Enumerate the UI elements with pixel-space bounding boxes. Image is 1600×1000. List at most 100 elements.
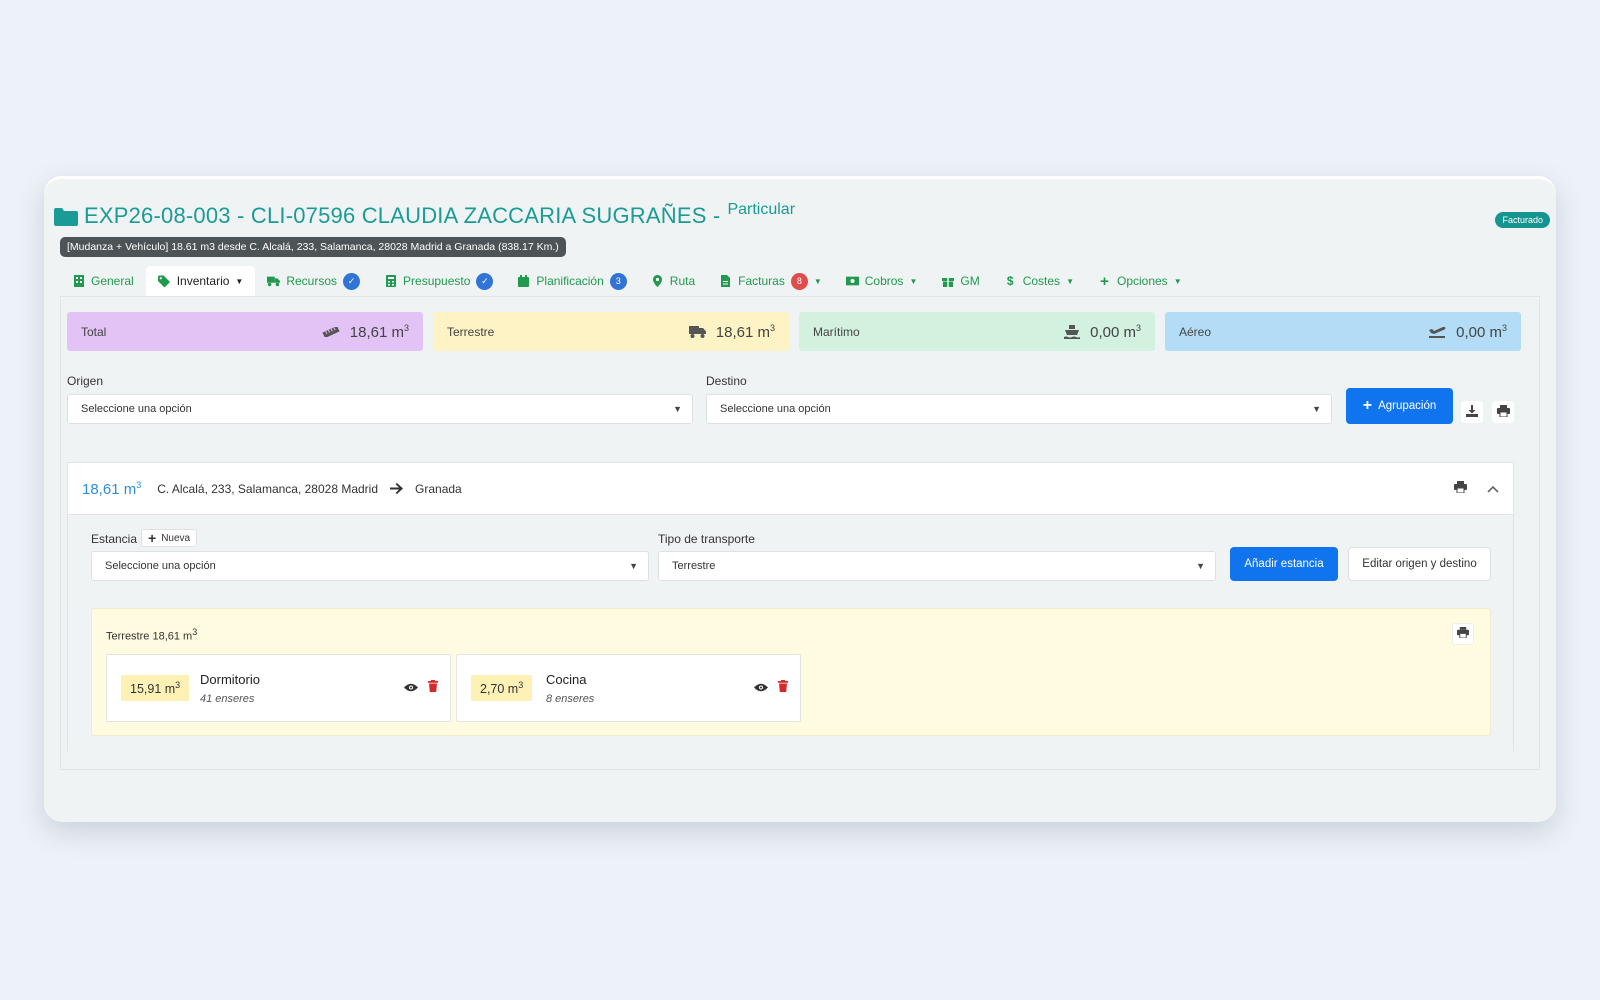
volume-card-total: Total 18,61 m3	[67, 312, 423, 351]
volume-card-terrestre: Terrestre 18,61 m3	[433, 312, 789, 351]
volume-value: 18,61 m3	[715, 322, 775, 341]
tab-general[interactable]: General	[60, 266, 146, 297]
expediente-summary: [Mudanza + Vehículo] 18.61 m3 desde C. A…	[60, 237, 566, 257]
origen-label: Origen	[67, 374, 104, 388]
estancia-label: Estancia	[91, 532, 138, 546]
arrow-right-icon	[390, 483, 404, 494]
tab-label: Inventario	[176, 274, 230, 288]
volume-value: 18,61 m3	[349, 322, 409, 341]
client-type: Particular	[727, 201, 796, 218]
tab-gm[interactable]: GM	[929, 266, 991, 297]
facturas-count: 8	[790, 272, 808, 290]
calendar-icon	[517, 275, 530, 288]
print-icon	[1496, 404, 1510, 420]
room-volume: 2,70 m3	[471, 675, 533, 702]
agrupacion-origin: C. Alcalá, 233, Salamanca, 28028 Madrid	[157, 481, 379, 496]
building-icon	[72, 275, 85, 288]
volume-card-maritimo: Marítimo 0,00 m3	[799, 312, 1155, 351]
check-badge-icon: ✓	[343, 272, 361, 290]
eye-icon[interactable]	[404, 681, 418, 695]
chevron-down-icon: ▼	[629, 561, 638, 571]
tab-inventario[interactable]: Inventario ▼	[145, 265, 256, 297]
expediente-title: EXP26-08-003 - CLI-07596 CLAUDIA ZACCARI…	[84, 203, 721, 228]
expediente-window: EXP26-08-003 - CLI-07596 CLAUDIA ZACCARI…	[44, 176, 1556, 822]
transport-type-select[interactable]: Terrestre ▼	[658, 551, 1216, 581]
agrupacion-card: 18,61 m3 C. Alcalá, 233, Salamanca, 2802…	[67, 462, 1514, 751]
planificacion-count: 3	[609, 272, 627, 290]
folder-icon	[54, 208, 78, 226]
tab-label: Costes	[1022, 274, 1061, 288]
agrupacion-header[interactable]: 18,61 m3 C. Alcalá, 233, Salamanca, 2802…	[68, 463, 1513, 515]
room-item-count: 41 enseres	[200, 693, 255, 705]
map-pin-icon	[651, 275, 664, 288]
tab-label: Planificación	[536, 274, 604, 288]
room-card: 2,70 m3 Cocina 8 enseres	[456, 654, 801, 722]
tags-icon	[157, 274, 171, 288]
room-volume: 15,91 m3	[121, 675, 190, 702]
chevron-down-icon: ▼	[1312, 404, 1321, 414]
agrupacion-volume: 18,61 m3	[82, 479, 142, 498]
plus-icon: +	[1100, 272, 1109, 290]
volume-card-aereo: Aéreo 0,00 m3	[1165, 312, 1521, 351]
tab-recursos[interactable]: Recursos ✓	[255, 266, 372, 297]
tab-label: Facturas	[738, 274, 785, 288]
dollar-icon: $	[1006, 274, 1014, 288]
gift-icon	[941, 275, 954, 288]
ruler-icon	[322, 326, 340, 337]
tab-label: General	[91, 274, 134, 288]
download-icon	[1466, 404, 1478, 420]
trash-icon[interactable]	[428, 680, 438, 695]
terrestre-section-title: Terrestre 18,61 m3	[106, 627, 198, 643]
agrupacion-button[interactable]: + Agrupación	[1346, 388, 1453, 424]
file-invoice-icon	[719, 275, 732, 288]
room-name: Cocina	[546, 672, 587, 687]
ship-icon	[1064, 324, 1081, 339]
check-badge-icon: ✓	[476, 272, 494, 290]
terrestre-section: Terrestre 18,61 m3 15,91 m3 Dormitorio 4…	[91, 608, 1491, 736]
destino-label: Destino	[706, 374, 747, 388]
caret-down-icon: ▼	[1173, 276, 1182, 286]
tab-label: GM	[960, 274, 980, 288]
tab-facturas[interactable]: Facturas 8 ▼	[707, 266, 834, 297]
edit-origin-destination-button[interactable]: Editar origen y destino	[1348, 547, 1491, 581]
agrupacion-body: Estancia + Nueva Seleccione una opción ▼…	[68, 515, 1513, 751]
plane-departure-icon	[1428, 325, 1446, 338]
print-terrestre-button[interactable]	[1452, 623, 1474, 645]
tab-ruta[interactable]: Ruta	[639, 266, 707, 297]
print-button[interactable]	[1492, 401, 1514, 423]
room-card: 15,91 m3 Dormitorio 41 enseres	[106, 654, 451, 722]
caret-down-icon: ▼	[235, 276, 244, 286]
tab-label: Opciones	[1116, 274, 1168, 288]
caret-down-icon: ▼	[909, 276, 918, 286]
chevron-up-icon[interactable]	[1487, 482, 1499, 496]
add-estancia-button[interactable]: Añadir estancia	[1230, 547, 1338, 581]
tab-label: Ruta	[669, 274, 696, 288]
origen-select[interactable]: Seleccione una opción ▼	[67, 394, 693, 424]
room-name: Dormitorio	[200, 672, 260, 687]
transport-type-label: Tipo de transporte	[658, 532, 755, 546]
eye-icon[interactable]	[754, 681, 768, 695]
tab-label: Cobros	[864, 274, 904, 288]
trash-icon[interactable]	[778, 680, 788, 695]
tab-costes[interactable]: $ Costes ▼	[992, 266, 1086, 297]
estancia-select[interactable]: Seleccione una opción ▼	[91, 551, 649, 581]
plus-icon: +	[148, 530, 157, 546]
print-icon[interactable]	[1454, 481, 1467, 496]
tab-label: Recursos	[286, 274, 338, 288]
caret-down-icon: ▼	[1066, 276, 1074, 286]
destino-select[interactable]: Seleccione una opción ▼	[706, 394, 1332, 424]
status-badge: Facturado	[1495, 212, 1550, 228]
tab-label: Presupuesto	[403, 274, 471, 288]
nueva-estancia-button[interactable]: + Nueva	[141, 529, 198, 547]
volume-value: 0,00 m3	[1456, 322, 1507, 341]
page-title: EXP26-08-003 - CLI-07596 CLAUDIA ZACCARI…	[54, 201, 796, 229]
tab-opciones[interactable]: + Opciones ▼	[1086, 266, 1194, 297]
chevron-down-icon: ▼	[673, 404, 682, 414]
tab-planificacion[interactable]: Planificación 3	[505, 266, 638, 297]
tab-presupuesto[interactable]: Presupuesto ✓	[372, 266, 505, 297]
download-button[interactable]	[1461, 401, 1483, 423]
truck-icon	[688, 325, 706, 338]
room-item-count: 8 enseres	[546, 693, 595, 705]
chevron-down-icon: ▼	[1196, 561, 1205, 571]
tab-cobros[interactable]: Cobros ▼	[834, 266, 930, 297]
